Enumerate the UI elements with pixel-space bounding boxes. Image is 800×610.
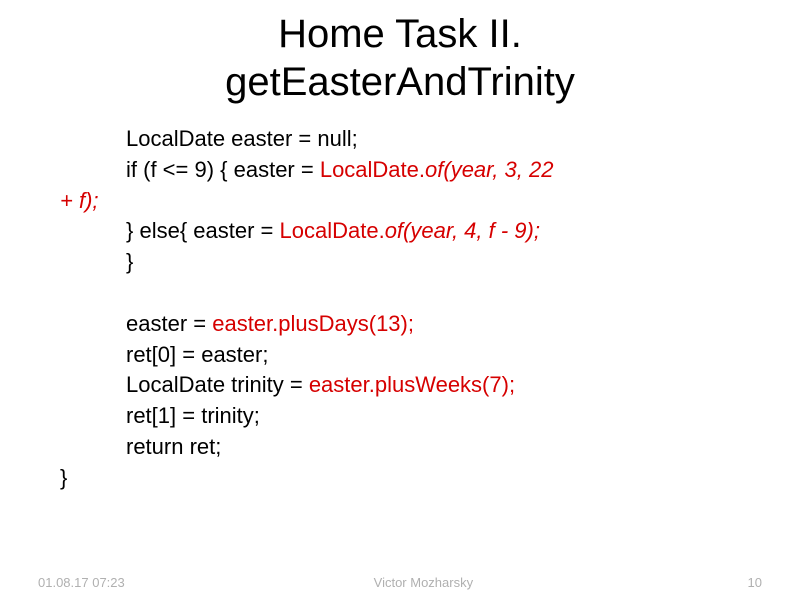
code-text-red-italic: of(year, 4, f - 9);: [385, 218, 540, 243]
code-line-9: ret[1] = trinity;: [60, 401, 760, 432]
code-text: LocalDate easter = null;: [126, 126, 358, 151]
code-line-11: }: [60, 463, 760, 494]
code-line-10: return ret;: [60, 432, 760, 463]
code-line-1: LocalDate easter = null;: [60, 124, 760, 155]
title-line-2: getEasterAndTrinity: [0, 58, 800, 106]
code-text-red: easter.plusWeeks(7);: [309, 372, 515, 397]
code-text: if (f <= 9) { easter =: [126, 157, 320, 182]
slide-footer: 01.08.17 07:23 Victor Mozharsky 10: [0, 575, 800, 590]
code-line-4: }: [60, 247, 760, 278]
code-text: LocalDate trinity =: [126, 372, 309, 397]
code-line-2-wrap: + f);: [60, 186, 760, 217]
code-line-2: if (f <= 9) { easter = LocalDate.of(year…: [60, 155, 760, 186]
footer-page-number: 10: [722, 575, 762, 590]
code-text: }: [126, 249, 133, 274]
footer-author: Victor Mozharsky: [125, 575, 722, 590]
code-text-red-italic: of(year, 3, 22: [425, 157, 560, 182]
code-text: easter =: [126, 311, 212, 336]
code-text: ret[1] = trinity;: [126, 403, 260, 428]
code-line-7: ret[0] = easter;: [60, 340, 760, 371]
footer-date: 01.08.17 07:23: [38, 575, 125, 590]
code-text: return ret;: [126, 434, 221, 459]
code-line-8: LocalDate trinity = easter.plusWeeks(7);: [60, 370, 760, 401]
code-text-red: LocalDate.: [280, 218, 385, 243]
title-line-1: Home Task II.: [0, 10, 800, 58]
code-text: } else{ easter =: [126, 218, 280, 243]
code-line-blank: [60, 278, 760, 309]
code-line-6: easter = easter.plusDays(13);: [60, 309, 760, 340]
code-text: ret[0] = easter;: [126, 342, 268, 367]
code-text-red: LocalDate.: [320, 157, 425, 182]
slide-title: Home Task II. getEasterAndTrinity: [0, 10, 800, 106]
code-text-red: easter.plusDays(13);: [212, 311, 414, 336]
code-block: LocalDate easter = null; if (f <= 9) { e…: [0, 124, 800, 494]
code-line-3: } else{ easter = LocalDate.of(year, 4, f…: [60, 216, 760, 247]
